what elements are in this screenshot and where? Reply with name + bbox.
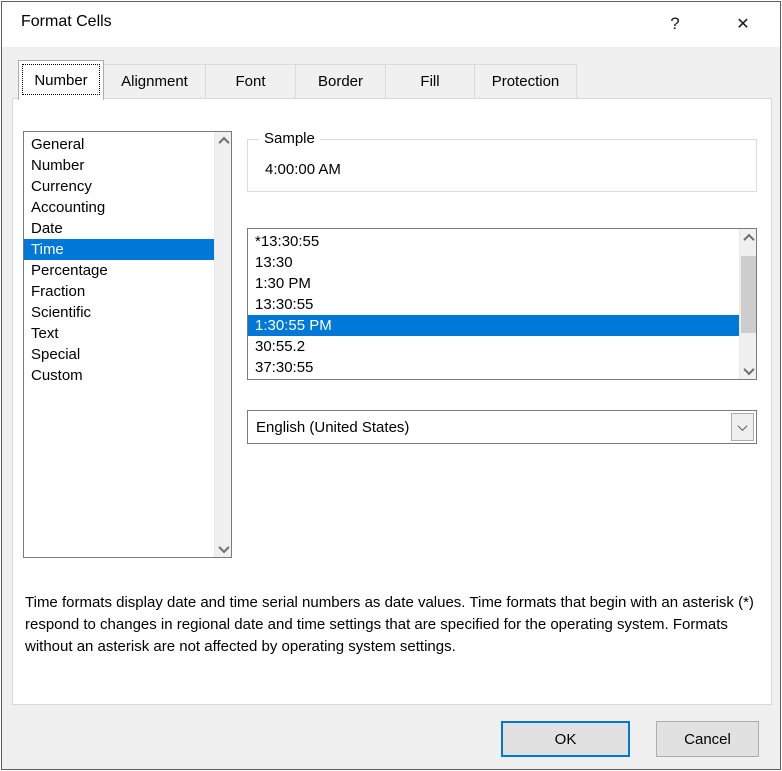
locale-selected-value: English (United States) [256,418,410,436]
tab-border[interactable]: Border [295,64,386,99]
ok-button[interactable]: OK [501,721,630,757]
format-description: Time formats display date and time seria… [25,594,754,655]
category-item-fraction[interactable]: Fraction [24,281,214,302]
category-item-number[interactable]: Number [24,155,214,176]
tab-fill[interactable]: Fill [385,64,475,99]
category-item-time-selected[interactable]: Time [24,239,214,260]
type-item-5[interactable]: 30:55.2 [248,336,739,357]
category-item-percentage[interactable]: Percentage [24,260,214,281]
format-cells-dialog: Format Cells ? ✕ Number Alignment Font B… [1,1,781,770]
category-items: General Number Currency Accounting Date … [24,134,214,557]
category-item-text[interactable]: Text [24,323,214,344]
tab-font[interactable]: Font [205,64,296,99]
dialog-title: Format Cells [21,13,112,30]
category-item-custom[interactable]: Custom [24,365,214,386]
tab-number-label: Number [34,72,88,89]
tab-protection-label: Protection [491,73,560,90]
tab-protection[interactable]: Protection [474,64,577,99]
locale-combobox[interactable]: English (United States) [247,410,757,444]
tab-fill-label: Fill [420,73,440,90]
close-button[interactable]: ✕ [718,2,768,46]
chevron-down-icon [217,541,230,553]
type-scrollbar-thumb[interactable] [741,256,756,333]
locale-dropdown-button[interactable] [731,413,754,441]
type-items: *13:30:55 13:30 1:30 PM 13:30:55 1:30:55… [248,231,739,379]
type-item-2[interactable]: 1:30 PM [248,273,739,294]
type-listbox[interactable]: *13:30:55 13:30 1:30 PM 13:30:55 1:30:55… [247,228,757,380]
sample-group-label: Sample [259,130,320,147]
type-item-4-selected[interactable]: 1:30:55 PM [248,315,739,336]
category-item-accounting[interactable]: Accounting [24,197,214,218]
category-scrollbar[interactable] [214,132,231,557]
category-item-scientific[interactable]: Scientific [24,302,214,323]
type-scroll-up-button[interactable] [740,229,757,246]
help-button[interactable]: ? [650,2,700,46]
chevron-down-icon [742,363,755,375]
chevron-up-icon [217,136,230,148]
tab-border-label: Border [317,73,364,90]
close-icon: ✕ [736,16,750,33]
type-item-0[interactable]: *13:30:55 [248,231,739,252]
tab-alignment-label: Alignment [121,73,188,90]
ok-button-label: OK [554,730,577,748]
category-scroll-up-button[interactable] [215,132,232,149]
type-item-3[interactable]: 13:30:55 [248,294,739,315]
type-item-6[interactable]: 37:30:55 [248,357,739,378]
type-item-1[interactable]: 13:30 [248,252,739,273]
chevron-down-icon [737,420,748,431]
screen: Format Cells ? ✕ Number Alignment Font B… [0,0,782,771]
type-scrollbar[interactable] [739,229,756,379]
tab-alignment[interactable]: Alignment [103,64,206,99]
category-item-special[interactable]: Special [24,344,214,365]
category-listbox[interactable]: General Number Currency Accounting Date … [23,131,232,558]
title-bar[interactable]: Format Cells ? ✕ [2,2,780,47]
cancel-button-label: Cancel [684,730,731,748]
category-item-currency[interactable]: Currency [24,176,214,197]
category-item-general[interactable]: General [24,134,214,155]
sample-groupbox: Sample 4:00:00 AM [247,130,757,192]
tab-number[interactable]: Number [18,60,104,100]
type-scroll-down-button[interactable] [740,362,757,379]
cancel-button[interactable]: Cancel [656,721,759,757]
tab-font-label: Font [235,73,266,90]
sample-value: 4:00:00 AM [265,161,341,178]
category-item-date[interactable]: Date [24,218,214,239]
help-icon: ? [670,14,680,33]
category-scroll-down-button[interactable] [215,540,232,557]
chevron-up-icon [742,233,755,245]
